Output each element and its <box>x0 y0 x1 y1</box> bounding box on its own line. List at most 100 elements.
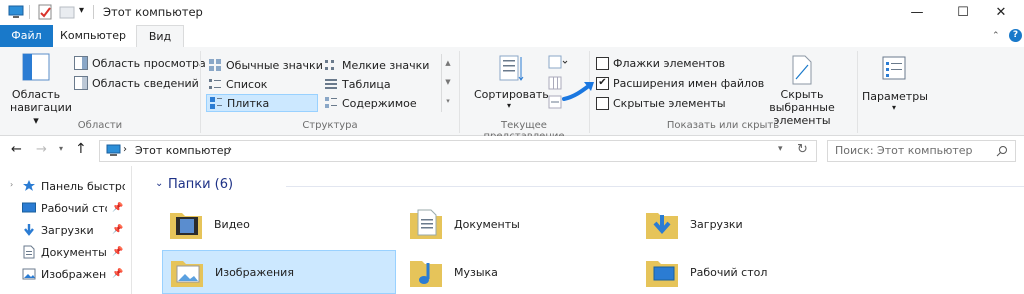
documents-folder-icon <box>410 209 442 239</box>
group-label-structure: Структура <box>302 120 358 131</box>
nav-item-downloads[interactable]: Загрузки 📌 <box>22 219 123 241</box>
close-button[interactable]: ✕ <box>978 0 1024 25</box>
item-checkboxes-option[interactable]: Флажки элементов <box>596 54 725 72</box>
back-button[interactable]: ← <box>11 142 22 157</box>
layout-small-icons[interactable]: Мелкие значки <box>324 56 429 74</box>
music-folder-icon <box>410 261 442 287</box>
image-icon <box>22 268 36 280</box>
options-dropdown-icon: ▾ <box>891 103 896 112</box>
forward-button[interactable]: → <box>36 142 47 157</box>
collapse-section-icon[interactable]: ⌄ <box>155 178 163 189</box>
address-dropdown-icon[interactable]: ▾ <box>778 144 783 154</box>
hide-selected-icon <box>792 55 812 85</box>
tab-computer[interactable]: Компьютер <box>54 25 132 47</box>
group-by-icon <box>548 55 568 69</box>
minimize-button[interactable]: — <box>894 0 940 25</box>
refresh-icon[interactable]: ↻ <box>797 142 808 157</box>
quick-access-dropdown-icon[interactable]: ▾ <box>79 5 84 16</box>
pin-icon: 📌 <box>112 203 124 213</box>
up-button[interactable]: ↑ <box>75 141 87 157</box>
preview-pane-button[interactable]: Область просмотра <box>74 54 206 72</box>
hidden-items-option[interactable]: Скрытые элементы <box>596 94 726 112</box>
address-path[interactable]: Этот компьютер <box>135 144 231 157</box>
tab-view[interactable]: Вид <box>136 25 184 49</box>
table-icon <box>324 77 338 91</box>
folder-label: Музыка <box>454 265 498 279</box>
nav-item-label: Документы <box>41 245 107 259</box>
file-extensions-option[interactable]: ✔ Расширения имен файлов <box>596 74 764 92</box>
preview-pane-label: Область просмотра <box>92 56 206 70</box>
options-label: Параметры <box>862 90 928 103</box>
nav-item-label: Рабочий сто... <box>41 201 107 215</box>
layout-content-label: Содержимое <box>342 96 417 110</box>
layout-content[interactable]: Содержимое <box>324 94 417 112</box>
item-checkboxes-checkbox[interactable] <box>596 56 609 70</box>
nav-item-quick-access[interactable]: Панель быстрого доступа <box>22 175 125 197</box>
expand-chevron-icon[interactable]: › <box>10 180 13 189</box>
folder-tile-downloads[interactable]: Загрузки <box>644 199 872 249</box>
nav-item-documents[interactable]: Документы 📌 <box>22 241 123 263</box>
options-icon <box>882 56 906 80</box>
annotation-arrow-icon <box>562 82 594 101</box>
small-icons-icon <box>324 58 338 72</box>
navigation-pane-icon <box>22 53 50 81</box>
computer-icon[interactable] <box>8 4 24 20</box>
sort-dropdown-icon: ▾ <box>506 101 511 110</box>
list-icon <box>208 77 222 91</box>
ribbon: Область навигации ▾ Область просмотра Об… <box>0 47 1024 142</box>
nav-item-label: Панель быстрого доступа <box>41 179 125 193</box>
section-title: Папки (6) <box>168 177 234 192</box>
sort-icon <box>499 55 524 81</box>
properties-icon[interactable] <box>37 4 53 20</box>
folder-tile-music[interactable]: Музыка <box>408 250 636 294</box>
title-bar: ▾ Этот компьютер — ☐ ✕ <box>0 0 1024 25</box>
options-button[interactable]: Параметры ▾ <box>862 55 928 112</box>
hide-selected-button[interactable]: Скрыть выбранные элементы <box>752 55 852 127</box>
folder-tile-desktop[interactable]: Рабочий стол <box>644 250 872 294</box>
sort-label: Сортировать <box>474 88 549 101</box>
address-bar-row: ← → ▾ ↑ › Этот компьютер › ▾ ↻ Поиск: Эт… <box>0 136 1024 166</box>
path-chevron-icon[interactable]: › <box>228 144 232 155</box>
search-box[interactable]: Поиск: Этот компьютер <box>827 140 1016 162</box>
nav-item-desktop[interactable]: Рабочий сто... 📌 <box>22 197 123 219</box>
ribbon-tabs: Файл Компьютер Вид ⌃ ? <box>0 25 1024 49</box>
layout-large-icons[interactable]: Обычные значки <box>208 56 323 74</box>
layout-small-icons-label: Мелкие значки <box>342 58 430 72</box>
layout-tiles[interactable]: Плитка <box>206 94 318 112</box>
folder-tile-video[interactable]: Видео <box>168 199 396 249</box>
nav-item-pictures[interactable]: Изображени... 📌 <box>22 263 123 285</box>
group-by-button[interactable] <box>548 55 568 72</box>
new-folder-icon[interactable] <box>59 4 75 20</box>
layout-tiles-label: Плитка <box>227 96 270 110</box>
layout-list[interactable]: Список <box>208 75 267 93</box>
search-input[interactable]: Поиск: Этот компьютер <box>835 144 973 157</box>
download-icon <box>24 224 34 236</box>
search-icon[interactable] <box>996 145 1008 157</box>
hidden-items-checkbox[interactable] <box>596 96 609 110</box>
content-area: ⌄ Папки (6) Видео Документы Загрузки Изо… <box>146 166 1024 294</box>
desktop-icon <box>22 202 36 213</box>
pictures-folder-icon <box>171 261 203 287</box>
layout-details[interactable]: Таблица <box>324 75 391 93</box>
window-title: Этот компьютер <box>103 5 203 19</box>
layout-large-icons-label: Обычные значки <box>226 58 323 72</box>
file-extensions-checkbox[interactable]: ✔ <box>596 76 609 90</box>
tab-file[interactable]: Файл <box>0 25 53 47</box>
address-field[interactable]: › Этот компьютер › ▾ ↻ <box>99 140 817 162</box>
pin-icon: 📌 <box>112 225 124 235</box>
details-pane-button[interactable]: Область сведений <box>74 74 199 92</box>
pin-icon: 📌 <box>112 269 124 279</box>
recent-locations-icon[interactable]: ▾ <box>59 144 63 153</box>
sort-button[interactable]: Сортировать ▾ <box>474 53 549 110</box>
gallery-scroll[interactable]: ▲ ▼ ▾ <box>441 54 454 112</box>
layout-gallery: Обычные значки Мелкие значки Список Табл… <box>206 54 454 114</box>
navigation-pane-button[interactable]: Область навигации ▾ <box>10 53 72 127</box>
content-icon <box>324 96 338 110</box>
help-icon[interactable]: ? <box>1009 29 1022 42</box>
nav-item-label: Изображени... <box>41 267 107 281</box>
folder-tile-pictures[interactable]: Изображения <box>162 250 396 294</box>
collapse-ribbon-icon[interactable]: ⌃ <box>992 31 1000 41</box>
folder-tile-documents[interactable]: Документы <box>408 199 636 249</box>
folder-label: Документы <box>454 217 520 231</box>
hide-selected-label-1: Скрыть выбранные <box>769 88 835 114</box>
